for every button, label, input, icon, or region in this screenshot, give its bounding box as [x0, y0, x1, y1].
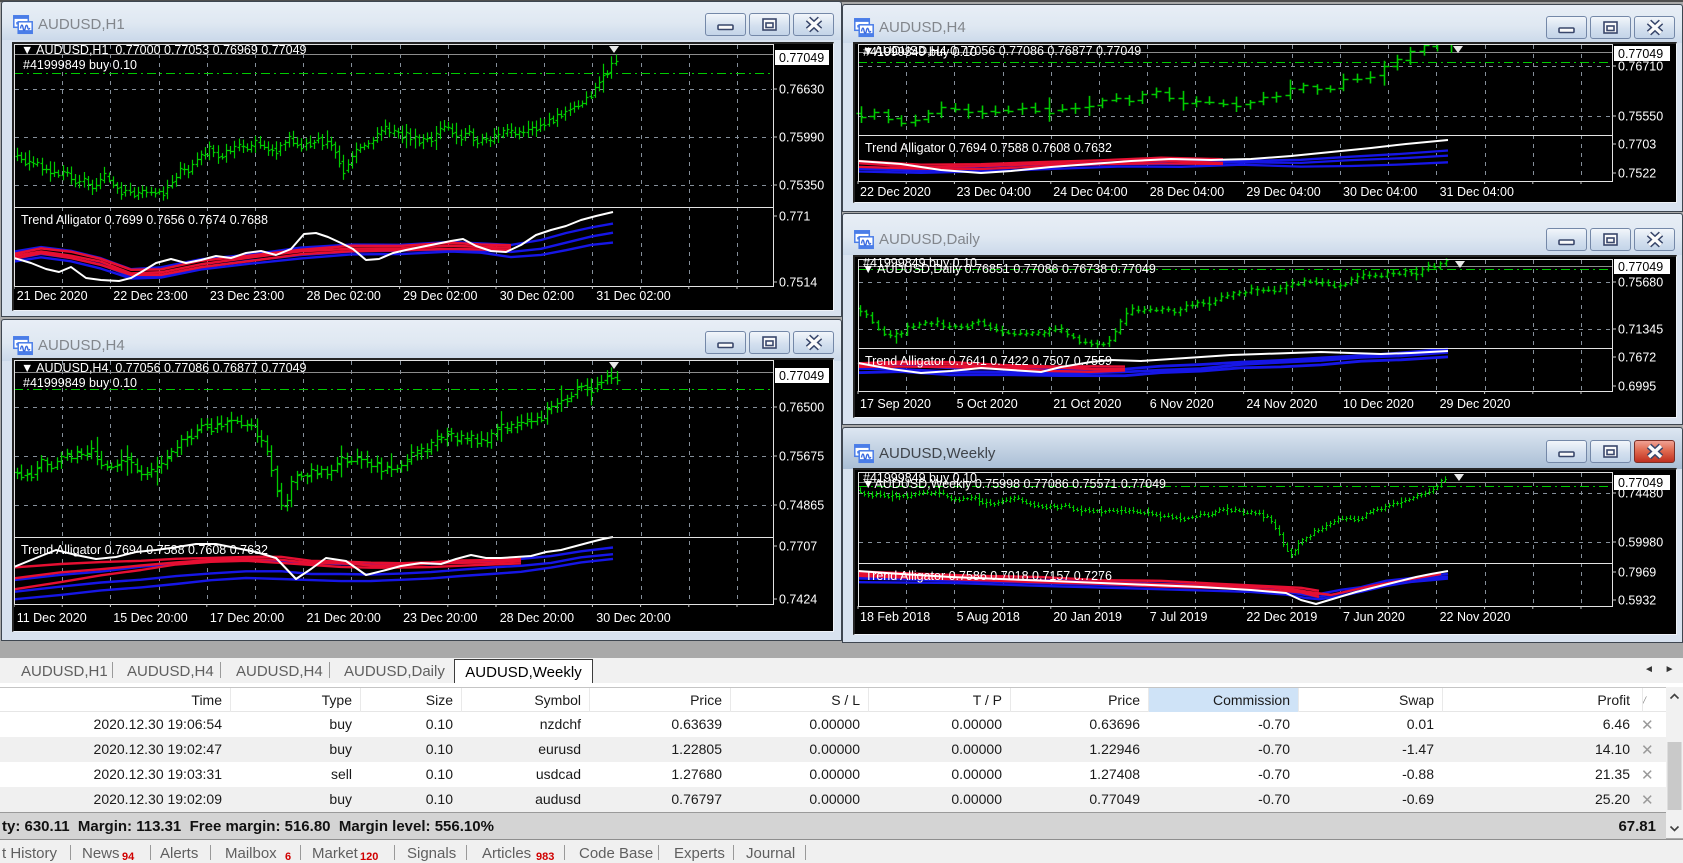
svg-text:0.76630: 0.76630	[779, 83, 824, 97]
svg-text:29 Dec 2020: 29 Dec 2020	[1440, 397, 1511, 411]
svg-text:21 Oct 2020: 21 Oct 2020	[1053, 397, 1121, 411]
svg-text:21 Dec 20:00: 21 Dec 20:00	[307, 611, 381, 625]
svg-text:#41999849 buy 0.10: #41999849 buy 0.10	[23, 376, 137, 390]
svg-text:0.76710: 0.76710	[1618, 60, 1663, 74]
svg-text:17 Dec 20:00: 17 Dec 20:00	[210, 611, 284, 625]
svg-text:0.7522: 0.7522	[1618, 167, 1656, 181]
svg-text:0.6995: 0.6995	[1618, 380, 1656, 394]
svg-text:31 Dec 04:00: 31 Dec 04:00	[1440, 185, 1514, 199]
svg-text:0.76500: 0.76500	[779, 401, 824, 415]
svg-text:29 Dec 04:00: 29 Dec 04:00	[1246, 185, 1320, 199]
svg-text:21 Dec 2020: 21 Dec 2020	[17, 289, 88, 303]
svg-text:11 Dec 2020: 11 Dec 2020	[17, 611, 87, 625]
svg-text:0.75350: 0.75350	[779, 179, 824, 193]
svg-text:10 Dec 2020: 10 Dec 2020	[1343, 397, 1414, 411]
svg-text:18 Feb 2018: 18 Feb 2018	[860, 610, 930, 624]
svg-text:0.75675: 0.75675	[779, 450, 824, 464]
svg-text:#41999849 buy 0.10: #41999849 buy 0.10	[23, 58, 137, 72]
svg-text:24 Nov 2020: 24 Nov 2020	[1246, 397, 1317, 411]
svg-text:15 Dec 20:00: 15 Dec 20:00	[113, 611, 187, 625]
svg-text:0.77049: 0.77049	[779, 51, 824, 65]
svg-text:23 Dec 04:00: 23 Dec 04:00	[957, 185, 1031, 199]
svg-text:0.7424: 0.7424	[779, 593, 817, 607]
svg-text:29 Dec 02:00: 29 Dec 02:00	[403, 289, 477, 303]
svg-text:0.77049: 0.77049	[1618, 476, 1663, 490]
svg-text:30 Dec 20:00: 30 Dec 20:00	[596, 611, 670, 625]
svg-text:0.71345: 0.71345	[1618, 323, 1663, 337]
svg-text:0.77049: 0.77049	[1618, 47, 1663, 61]
svg-text:30 Dec 02:00: 30 Dec 02:00	[500, 289, 574, 303]
svg-text:Trend Alligator 0.7694 0.7588: Trend Alligator 0.7694 0.7588 0.7608 0.7…	[865, 141, 1112, 155]
svg-text:0.77049: 0.77049	[779, 369, 824, 383]
svg-text:22 Nov 2020: 22 Nov 2020	[1440, 610, 1511, 624]
svg-text:0.7672: 0.7672	[1618, 351, 1656, 365]
svg-text:28 Dec 04:00: 28 Dec 04:00	[1150, 185, 1224, 199]
svg-text:23 Dec 20:00: 23 Dec 20:00	[403, 611, 477, 625]
svg-text:0.7514: 0.7514	[779, 276, 817, 290]
svg-text:0.7707: 0.7707	[779, 540, 817, 554]
svg-text:0.75990: 0.75990	[779, 131, 824, 145]
svg-text:31 Dec 02:00: 31 Dec 02:00	[596, 289, 670, 303]
svg-text:▼ AUDUSD,Daily 0.76851 0.7708: ▼ AUDUSD,Daily 0.76851 0.77086 0.76738 0…	[862, 262, 1156, 276]
svg-text:0.77049: 0.77049	[1618, 260, 1663, 274]
svg-text:17 Sep 2020: 17 Sep 2020	[860, 397, 931, 411]
svg-text:Trend Alligator 0.7586 0.7018: Trend Alligator 0.7586 0.7018 0.7157 0.7…	[865, 569, 1112, 583]
svg-text:0.75680: 0.75680	[1618, 276, 1663, 290]
svg-text:22 Dec 2019: 22 Dec 2019	[1246, 610, 1317, 624]
svg-text:24 Dec 04:00: 24 Dec 04:00	[1053, 185, 1127, 199]
svg-text:7 Jul 2019: 7 Jul 2019	[1150, 610, 1208, 624]
svg-text:Trend Alligator 0.7694 0.7588: Trend Alligator 0.7694 0.7588 0.7608 0.7…	[21, 543, 268, 557]
svg-text:30 Dec 04:00: 30 Dec 04:00	[1343, 185, 1417, 199]
svg-text:28 Dec 02:00: 28 Dec 02:00	[307, 289, 381, 303]
svg-text:0.75550: 0.75550	[1618, 110, 1663, 124]
svg-text:23 Dec 23:00: 23 Dec 23:00	[210, 289, 284, 303]
svg-text:0.7969: 0.7969	[1618, 566, 1656, 580]
svg-text:0.59980: 0.59980	[1618, 536, 1663, 550]
svg-text:▼AUDUSD,H4 0.77056 0.77086 0.: ▼AUDUSD,H4 0.77056 0.77086 0.76877 0.770…	[862, 44, 1141, 58]
svg-text:5 Oct 2020: 5 Oct 2020	[957, 397, 1018, 411]
svg-text:▼ AUDUSD,H4 0.77056 0.77086 0: ▼ AUDUSD,H4 0.77056 0.77086 0.76877 0.77…	[21, 361, 307, 375]
svg-text:0.74865: 0.74865	[779, 499, 824, 513]
svg-text:Trend Alligator 0.7699 0.7656: Trend Alligator 0.7699 0.7656 0.7674 0.7…	[21, 213, 268, 227]
svg-text:Trend Alligator 0.7641 0.7422: Trend Alligator 0.7641 0.7422 0.7507 0.7…	[865, 354, 1112, 368]
svg-text:28 Dec 20:00: 28 Dec 20:00	[500, 611, 574, 625]
svg-text:▼AUDUSD,Weekly 0.75998 0.7708: ▼AUDUSD,Weekly 0.75998 0.77086 0.75571 0…	[862, 477, 1166, 491]
svg-text:22 Dec 2020: 22 Dec 2020	[860, 185, 931, 199]
svg-text:0.5932: 0.5932	[1618, 594, 1656, 608]
svg-text:6 Nov 2020: 6 Nov 2020	[1150, 397, 1214, 411]
svg-text:22 Dec 23:00: 22 Dec 23:00	[113, 289, 187, 303]
svg-text:0.7703: 0.7703	[1618, 138, 1656, 152]
svg-text:7 Jun 2020: 7 Jun 2020	[1343, 610, 1405, 624]
svg-text:▼ AUDUSD,H1 0.77000 0.77053 0: ▼ AUDUSD,H1 0.77000 0.77053 0.76969 0.77…	[21, 43, 307, 57]
svg-text:20 Jan 2019: 20 Jan 2019	[1053, 610, 1122, 624]
svg-text:5 Aug 2018: 5 Aug 2018	[957, 610, 1020, 624]
svg-text:0.771: 0.771	[779, 210, 810, 224]
